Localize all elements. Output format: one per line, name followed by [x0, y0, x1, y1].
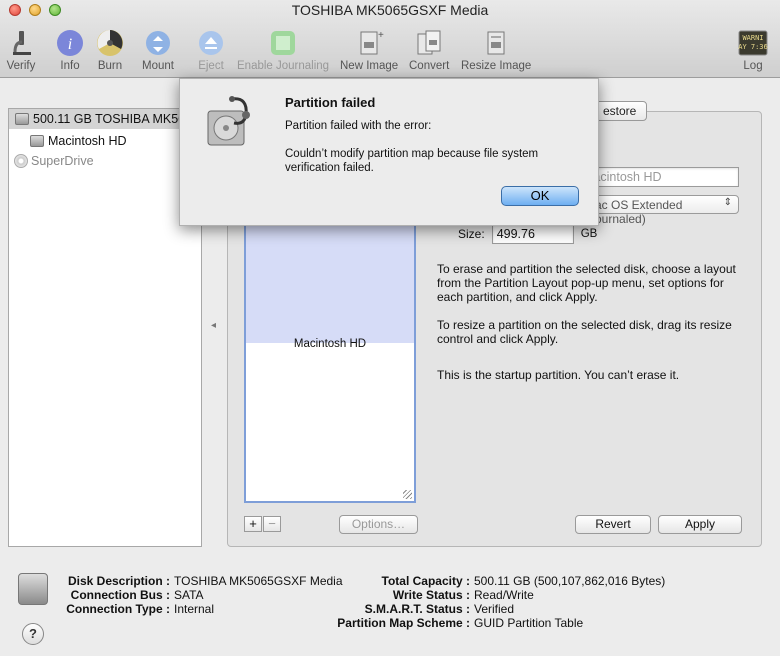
- optical-disc-icon: [14, 154, 28, 168]
- disk-info-icon: [18, 573, 48, 605]
- partition-format-row: Mac OS Extended (Journaled) ⇕: [578, 195, 739, 226]
- help-text-erase: To erase and partition the selected disk…: [437, 262, 736, 304]
- add-partition-button[interactable]: +: [244, 516, 262, 532]
- disk-sidebar[interactable]: 500.11 GB TOSHIBA MK5065GSXF Media Macin…: [8, 108, 202, 547]
- window-title: TOSHIBA MK5065GSXF Media: [291, 2, 489, 18]
- disk-description-row: Disk Description : TOSHIBA MK5065GSXF Med…: [67, 574, 343, 588]
- size-field[interactable]: 499.76: [491, 224, 574, 244]
- partition-name-row: Macintosh HD: [578, 167, 739, 187]
- dialog-message: Partition failed with the error:: [285, 120, 432, 132]
- convert-button[interactable]: Convert: [409, 28, 449, 72]
- total-capacity-row: Total Capacity :500.11 GB (500,107,862,0…: [381, 574, 666, 588]
- options-button[interactable]: Options…: [339, 515, 418, 534]
- info-icon: i: [57, 30, 83, 56]
- resize-image-button[interactable]: Resize Image: [461, 28, 531, 72]
- partition-layout-label: Macintosh HD: [293, 338, 367, 350]
- size-unit: GB: [580, 228, 598, 240]
- mount-button[interactable]: Mount: [142, 28, 174, 72]
- size-label: Size:: [458, 227, 485, 241]
- popup-arrows-icon: ⇕: [723, 197, 732, 208]
- verify-button[interactable]: Verify: [6, 28, 36, 72]
- eject-icon: [199, 31, 223, 55]
- ok-button[interactable]: OK: [501, 186, 579, 206]
- dialog-title: Partition failed: [285, 95, 376, 110]
- resize-grip-icon[interactable]: [403, 490, 412, 499]
- microscope-icon: [13, 31, 31, 55]
- eject-button[interactable]: Eject: [196, 28, 226, 72]
- revert-button[interactable]: Revert: [575, 515, 651, 534]
- convert-icon: [417, 30, 441, 55]
- sidebar-item-macintosh-hd[interactable]: Macintosh HD: [9, 131, 201, 151]
- sidebar-item-superdrive[interactable]: SuperDrive: [9, 151, 201, 171]
- dialog-detail: Couldn’t modify partition map because fi…: [285, 148, 539, 174]
- svg-text:WARNI: WARNI: [742, 34, 763, 42]
- enable-journaling-button[interactable]: Enable Journaling: [237, 28, 329, 72]
- partition-map-row: Partition Map Scheme : GUID Partition Tab…: [337, 616, 584, 630]
- new-image-icon: +: [360, 30, 384, 55]
- hard-disk-icon: [15, 113, 29, 125]
- sidebar-item-disk[interactable]: 500.11 GB TOSHIBA MK5065GSXF Media: [9, 109, 201, 129]
- sidebar-item-label: 500.11 GB TOSHIBA MK5065GSXF Media: [33, 112, 201, 126]
- help-text-resize: To resize a partition on the selected di…: [437, 318, 732, 346]
- connection-type-row: Connection Type : Internal: [66, 602, 215, 616]
- log-button[interactable]: WARNI AY 7:36 Log: [738, 28, 768, 72]
- title-bar: TOSHIBA MK5065GSXF Media Verify i Info B…: [0, 0, 780, 78]
- new-image-button[interactable]: + New Image: [340, 28, 398, 72]
- partition-size-row: Size: 499.76 GB: [458, 224, 597, 244]
- apply-button[interactable]: Apply: [658, 515, 742, 534]
- journaling-icon: [271, 31, 296, 55]
- disk-utility-icon: [207, 96, 250, 146]
- svg-text:i: i: [68, 36, 72, 53]
- svg-text:AY 7:36: AY 7:36: [738, 43, 768, 51]
- log-icon: WARNIAY 7:36: [738, 30, 768, 56]
- svg-text:+: +: [378, 30, 384, 41]
- mount-icon: [145, 31, 170, 55]
- burn-icon: [97, 30, 123, 56]
- write-status-row: Write Status : Read/Write: [392, 588, 534, 602]
- remove-partition-button[interactable]: −: [263, 516, 281, 532]
- burn-button[interactable]: Burn: [95, 28, 125, 72]
- connection-bus-row: Connection Bus : SATA: [70, 588, 204, 602]
- info-button[interactable]: i Info: [55, 28, 85, 72]
- partition-failed-dialog: Partition failed Partition failed with t…: [179, 78, 599, 226]
- format-popup[interactable]: Mac OS Extended (Journaled) ⇕: [578, 195, 739, 226]
- smart-status-row: S.M.A.R.T. Status : Verified: [364, 602, 515, 616]
- help-text-startup: This is the startup partition. You can’t…: [437, 368, 680, 382]
- resize-image-icon: [487, 31, 505, 55]
- split-view-handle[interactable]: ◂: [211, 320, 216, 331]
- partition-name-field[interactable]: Macintosh HD: [578, 167, 739, 187]
- sidebar-item-label: SuperDrive: [31, 154, 94, 168]
- sidebar-item-label: Macintosh HD: [48, 134, 127, 148]
- volume-icon: [30, 135, 44, 147]
- partition-layout-view[interactable]: Macintosh HD: [244, 186, 416, 503]
- help-button[interactable]: ?: [22, 623, 44, 645]
